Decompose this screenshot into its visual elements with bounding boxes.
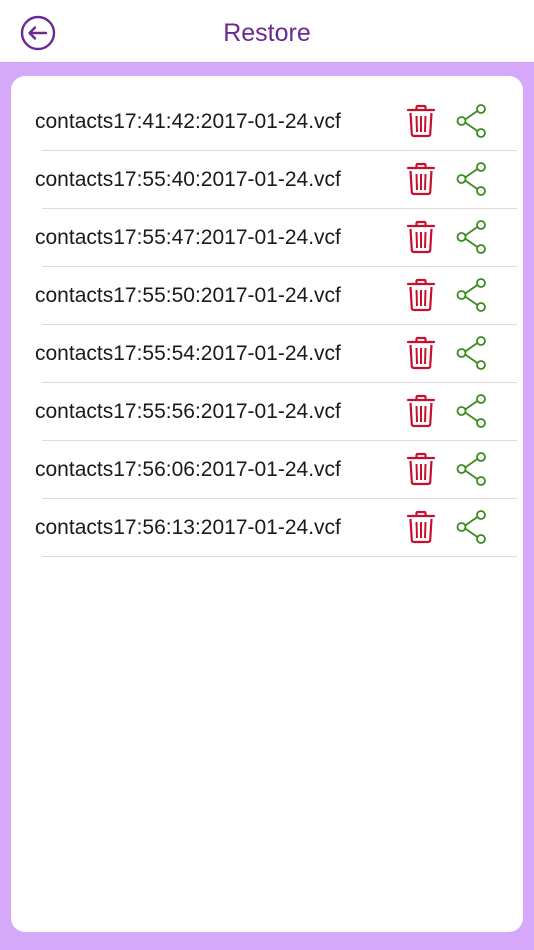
trash-icon	[406, 394, 436, 428]
file-row[interactable]: contacts17:55:47:2017-01-24.vcf	[35, 210, 517, 267]
share-icon	[456, 278, 486, 312]
share-button[interactable]	[456, 510, 488, 544]
share-icon	[456, 452, 486, 486]
file-name: contacts17:55:50:2017-01-24.vcf	[35, 284, 341, 307]
share-icon	[456, 336, 486, 370]
file-row[interactable]: contacts17:55:56:2017-01-24.vcf	[35, 384, 517, 441]
delete-button[interactable]	[406, 510, 436, 544]
file-row[interactable]: contacts17:56:13:2017-01-24.vcf	[35, 500, 517, 557]
share-icon	[456, 104, 486, 138]
file-name: contacts17:55:54:2017-01-24.vcf	[35, 342, 341, 365]
trash-icon	[406, 104, 436, 138]
share-icon	[456, 162, 486, 196]
share-button[interactable]	[456, 104, 488, 138]
share-icon	[456, 510, 486, 544]
delete-button[interactable]	[406, 162, 436, 196]
trash-icon	[406, 336, 436, 370]
file-list: contacts17:41:42:2017-01-24.vcf contacts…	[11, 94, 523, 558]
trash-icon	[406, 162, 436, 196]
delete-button[interactable]	[406, 278, 436, 312]
file-list-card: contacts17:41:42:2017-01-24.vcf contacts…	[11, 76, 523, 932]
file-row[interactable]: contacts17:55:40:2017-01-24.vcf	[35, 152, 517, 209]
file-name: contacts17:55:47:2017-01-24.vcf	[35, 226, 341, 249]
trash-icon	[406, 220, 436, 254]
share-button[interactable]	[456, 162, 488, 196]
trash-icon	[406, 452, 436, 486]
file-name: contacts17:55:56:2017-01-24.vcf	[35, 400, 341, 423]
file-name: contacts17:55:40:2017-01-24.vcf	[35, 168, 341, 191]
delete-button[interactable]	[406, 394, 436, 428]
share-button[interactable]	[456, 452, 488, 486]
trash-icon	[406, 278, 436, 312]
delete-button[interactable]	[406, 336, 436, 370]
file-row[interactable]: contacts17:55:50:2017-01-24.vcf	[35, 268, 517, 325]
share-button[interactable]	[456, 278, 488, 312]
share-icon	[456, 220, 486, 254]
file-row[interactable]: contacts17:41:42:2017-01-24.vcf	[35, 94, 517, 151]
trash-icon	[406, 510, 436, 544]
file-name: contacts17:56:06:2017-01-24.vcf	[35, 458, 341, 481]
delete-button[interactable]	[406, 220, 436, 254]
delete-button[interactable]	[406, 452, 436, 486]
file-row[interactable]: contacts17:55:54:2017-01-24.vcf	[35, 326, 517, 383]
delete-button[interactable]	[406, 104, 436, 138]
page-title: Restore	[223, 19, 311, 47]
share-button[interactable]	[456, 336, 488, 370]
share-button[interactable]	[456, 220, 488, 254]
file-row[interactable]: contacts17:56:06:2017-01-24.vcf	[35, 442, 517, 499]
share-icon	[456, 394, 486, 428]
file-name: contacts17:41:42:2017-01-24.vcf	[35, 110, 341, 133]
navigation-bar: Restore	[0, 0, 534, 63]
share-button[interactable]	[456, 394, 488, 428]
file-name: contacts17:56:13:2017-01-24.vcf	[35, 516, 341, 539]
